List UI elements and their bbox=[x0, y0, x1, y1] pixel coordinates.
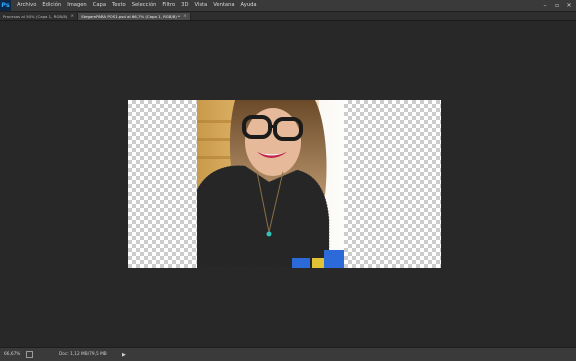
menu-items: Archivo Edición Imagen Capa Texto Selecc… bbox=[17, 0, 263, 11]
close-window-button[interactable]: ✕ bbox=[564, 2, 574, 10]
menu-ventana[interactable]: Ventana bbox=[213, 0, 234, 11]
document-info: Doc: 1,12 MB/79,5 MB bbox=[59, 352, 107, 357]
document-tab-bar: Procesos al 50% (Capa 1, RGB/8) × Stegam… bbox=[0, 12, 576, 21]
photo-layer[interactable] bbox=[197, 100, 344, 268]
zoom-level[interactable]: 66,67% bbox=[0, 352, 22, 357]
menu-vista[interactable]: Vista bbox=[194, 0, 207, 11]
window-controls: – ▫ ✕ bbox=[540, 0, 574, 11]
menu-edicion[interactable]: Edición bbox=[42, 0, 61, 11]
tab-label: Procesos al 50% (Capa 1, RGB/8) bbox=[3, 14, 68, 19]
menu-seleccion[interactable]: Selección bbox=[132, 0, 157, 11]
menu-bar: Ps Archivo Edición Imagen Capa Texto Sel… bbox=[0, 0, 576, 12]
tab-close-icon[interactable]: × bbox=[70, 14, 74, 19]
tab-stegampara[interactable]: StegamPARA POS1.psd al 66,7% (Capa 1, RG… bbox=[78, 13, 191, 20]
menu-archivo[interactable]: Archivo bbox=[17, 0, 36, 11]
restore-button[interactable]: ▫ bbox=[552, 2, 562, 10]
status-bar: 66,67% Doc: 1,12 MB/79,5 MB ▶ bbox=[0, 347, 576, 361]
menu-filtro[interactable]: Filtro bbox=[162, 0, 175, 11]
status-menu-arrow-icon[interactable]: ▶ bbox=[122, 352, 126, 358]
menu-texto[interactable]: Texto bbox=[112, 0, 126, 11]
tab-label: StegamPARA POS1.psd al 66,7% (Capa 1, RG… bbox=[81, 14, 180, 19]
tab-close-icon[interactable]: × bbox=[183, 14, 187, 19]
photoshop-logo-icon[interactable]: Ps bbox=[0, 0, 11, 11]
minimize-button[interactable]: – bbox=[540, 2, 550, 10]
menu-3d[interactable]: 3D bbox=[181, 0, 188, 11]
tab-procesos[interactable]: Procesos al 50% (Capa 1, RGB/8) × bbox=[0, 13, 79, 20]
portrait-image bbox=[197, 100, 344, 268]
menu-imagen[interactable]: Imagen bbox=[67, 0, 87, 11]
menu-ayuda[interactable]: Ayuda bbox=[241, 0, 257, 11]
document-status-icon[interactable] bbox=[26, 351, 33, 358]
menu-capa[interactable]: Capa bbox=[93, 0, 106, 11]
